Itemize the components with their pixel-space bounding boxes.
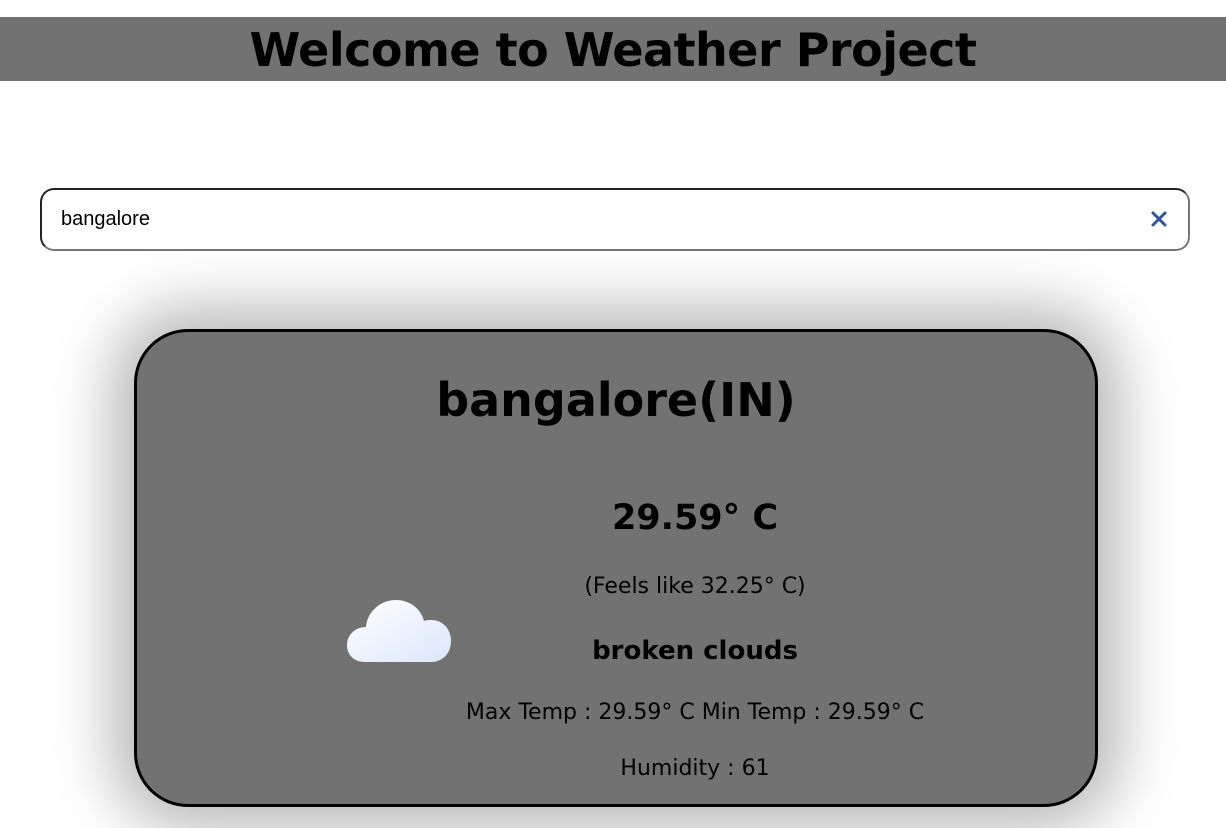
- page-title: Welcome to Weather Project: [249, 23, 977, 77]
- weather-card: bangalore(IN) 29.59° C (Feels like 32.25…: [134, 329, 1098, 807]
- city-name: bangalore(IN): [436, 373, 796, 427]
- feels-like: (Feels like 32.25° C): [584, 574, 806, 599]
- min-max-temperature: Max Temp : 29.59° C Min Temp : 29.59° C: [465, 700, 925, 725]
- temperature: 29.59° C: [611, 498, 779, 538]
- weather-description: broken clouds: [592, 636, 798, 666]
- close-icon[interactable]: [1150, 210, 1168, 228]
- search-input[interactable]: [61, 190, 1121, 249]
- humidity: Humidity : 61: [620, 756, 770, 781]
- search-box[interactable]: [40, 188, 1190, 251]
